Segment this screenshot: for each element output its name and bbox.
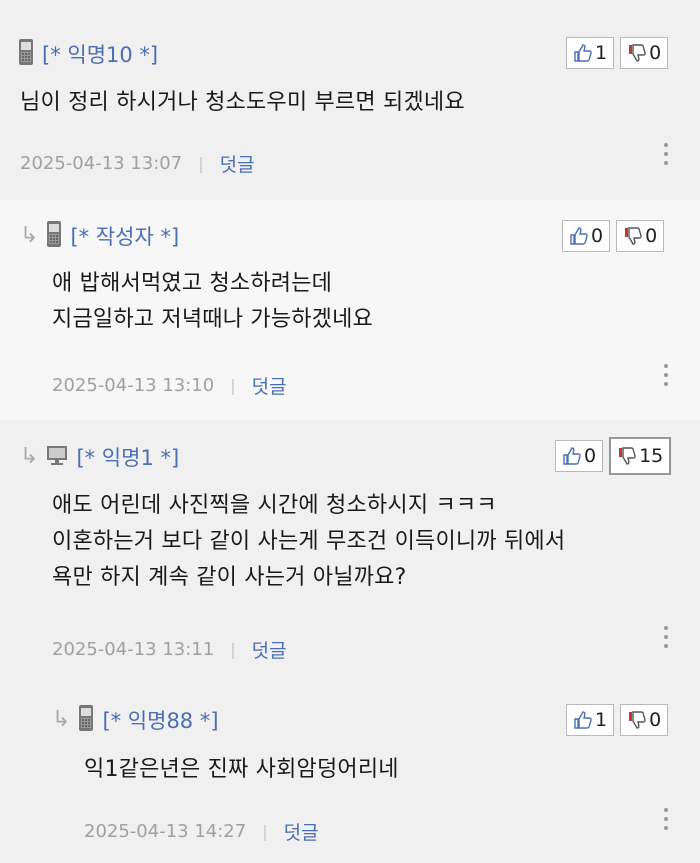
- downvote-count: 0: [649, 42, 662, 64]
- desktop-pc-icon: [46, 444, 68, 470]
- comment-body: 애 밥해서먹였고 청소하려는데 지금일하고 저녁때나 가능하겠네요: [52, 266, 373, 338]
- upvote-button[interactable]: 1: [566, 704, 615, 736]
- downvote-button[interactable]: 0: [620, 37, 669, 69]
- comment-date: 2025-04-13 14:27: [84, 821, 247, 842]
- comment-line: 욕만 하지 계속 같이 사는거 아닐까요?: [52, 565, 407, 590]
- comment-item: ↳ [* 익명1 *] 0 15 애도 어린데 사진찍을 시간에 청소하시지 ㅋ…: [0, 420, 700, 690]
- reply-link[interactable]: 덧글: [220, 150, 255, 177]
- comment-line: 익1같은년은 진짜 사회암덩어리네: [84, 757, 399, 782]
- upvote-count: 1: [595, 709, 608, 731]
- comment-line: 애도 어린데 사진찍을 시간에 청소하시지 ㅋㅋㅋ: [52, 493, 497, 518]
- comment-header: ↳ [* 익명88 *]: [52, 704, 219, 736]
- comment-line: 이혼하는거 보다 같이 사는게 무조건 이득이니까 뒤에서: [52, 529, 566, 554]
- vote-group: 0 15: [555, 437, 672, 475]
- comment-item: ↳ [* 작성자 *] 0 0 애 밥해서먹였고 청소하려는데 지금일하고 저녁…: [0, 200, 700, 420]
- upvote-button[interactable]: 1: [566, 37, 615, 69]
- comment-date: 2025-04-13 13:10: [52, 375, 215, 396]
- comment-line: 애 밥해서먹였고 청소하려는데: [52, 271, 333, 296]
- vote-group: 1 0: [566, 37, 669, 69]
- downvote-button[interactable]: 0: [616, 220, 665, 252]
- comment-body: 님이 정리 하시거나 청소도우미 부르면 되겠네요: [20, 85, 465, 121]
- comment-item: ↳ [* 익명88 *] 1 0 익1같은년은 진짜 사회암덩어리네 2025-…: [0, 690, 700, 863]
- thumb-down-icon: [625, 227, 642, 245]
- thumb-down-icon: [619, 447, 636, 465]
- downvote-button[interactable]: 15: [609, 437, 672, 475]
- separator: |: [230, 640, 236, 659]
- upvote-count: 1: [595, 42, 608, 64]
- comment-meta: 2025-04-13 14:27 | 덧글: [84, 818, 319, 845]
- comment-author[interactable]: [* 작성자 *]: [70, 221, 179, 251]
- thumb-down-icon: [629, 44, 646, 62]
- comment-meta: 2025-04-13 13:11 | 덧글: [52, 636, 287, 663]
- thumb-down-icon: [629, 711, 646, 729]
- reply-link[interactable]: 덧글: [252, 372, 287, 399]
- thumb-up-icon: [574, 44, 592, 62]
- comment-header: [* 익명10 *]: [18, 38, 158, 70]
- separator: |: [262, 822, 268, 841]
- comment-body: 애도 어린데 사진찍을 시간에 청소하시지 ㅋㅋㅋ 이혼하는거 보다 같이 사는…: [52, 488, 565, 596]
- comment-header: ↳ [* 작성자 *]: [20, 220, 179, 252]
- more-vertical-icon[interactable]: [661, 808, 671, 830]
- reply-link[interactable]: 덧글: [284, 818, 319, 845]
- vote-group: 0 0: [562, 220, 665, 252]
- reply-arrow-icon: ↳: [52, 707, 71, 732]
- more-vertical-icon[interactable]: [661, 143, 671, 165]
- thumb-up-icon: [570, 227, 588, 245]
- reply-link[interactable]: 덧글: [252, 636, 287, 663]
- reply-arrow-icon: ↳: [20, 444, 39, 469]
- comment-meta: 2025-04-13 13:07 | 덧글: [20, 150, 255, 177]
- comment-header: ↳ [* 익명1 *]: [20, 442, 179, 472]
- downvote-button[interactable]: 0: [620, 704, 669, 736]
- downvote-count: 0: [645, 225, 658, 247]
- thumb-up-icon: [574, 711, 592, 729]
- separator: |: [198, 154, 204, 173]
- mobile-phone-icon: [78, 704, 94, 736]
- reply-arrow-icon: ↳: [20, 223, 39, 248]
- comment-date: 2025-04-13 13:07: [20, 153, 183, 174]
- upvote-button[interactable]: 0: [555, 440, 604, 472]
- upvote-button[interactable]: 0: [562, 220, 611, 252]
- comment-author[interactable]: [* 익명10 *]: [42, 39, 158, 69]
- comment-date: 2025-04-13 13:11: [52, 639, 215, 660]
- separator: |: [230, 376, 236, 395]
- upvote-count: 0: [584, 445, 597, 467]
- comment-line: 님이 정리 하시거나 청소도우미 부르면 되겠네요: [20, 90, 465, 115]
- upvote-count: 0: [591, 225, 604, 247]
- downvote-count: 15: [639, 445, 664, 467]
- comment-meta: 2025-04-13 13:10 | 덧글: [52, 372, 287, 399]
- vote-group: 1 0: [566, 704, 669, 736]
- comment-author[interactable]: [* 익명1 *]: [76, 442, 179, 472]
- more-vertical-icon[interactable]: [661, 364, 671, 386]
- more-vertical-icon[interactable]: [661, 626, 671, 648]
- mobile-phone-icon: [18, 38, 34, 70]
- comment-item: [* 익명10 *] 1 0 님이 정리 하시거나 청소도우미 부르면 되겠네요…: [0, 0, 700, 200]
- comment-author[interactable]: [* 익명88 *]: [102, 705, 218, 735]
- mobile-phone-icon: [46, 220, 62, 252]
- comment-body: 익1같은년은 진짜 사회암덩어리네: [84, 752, 399, 788]
- downvote-count: 0: [649, 709, 662, 731]
- thumb-up-icon: [563, 447, 581, 465]
- comment-line: 지금일하고 저녁때나 가능하겠네요: [52, 307, 373, 332]
